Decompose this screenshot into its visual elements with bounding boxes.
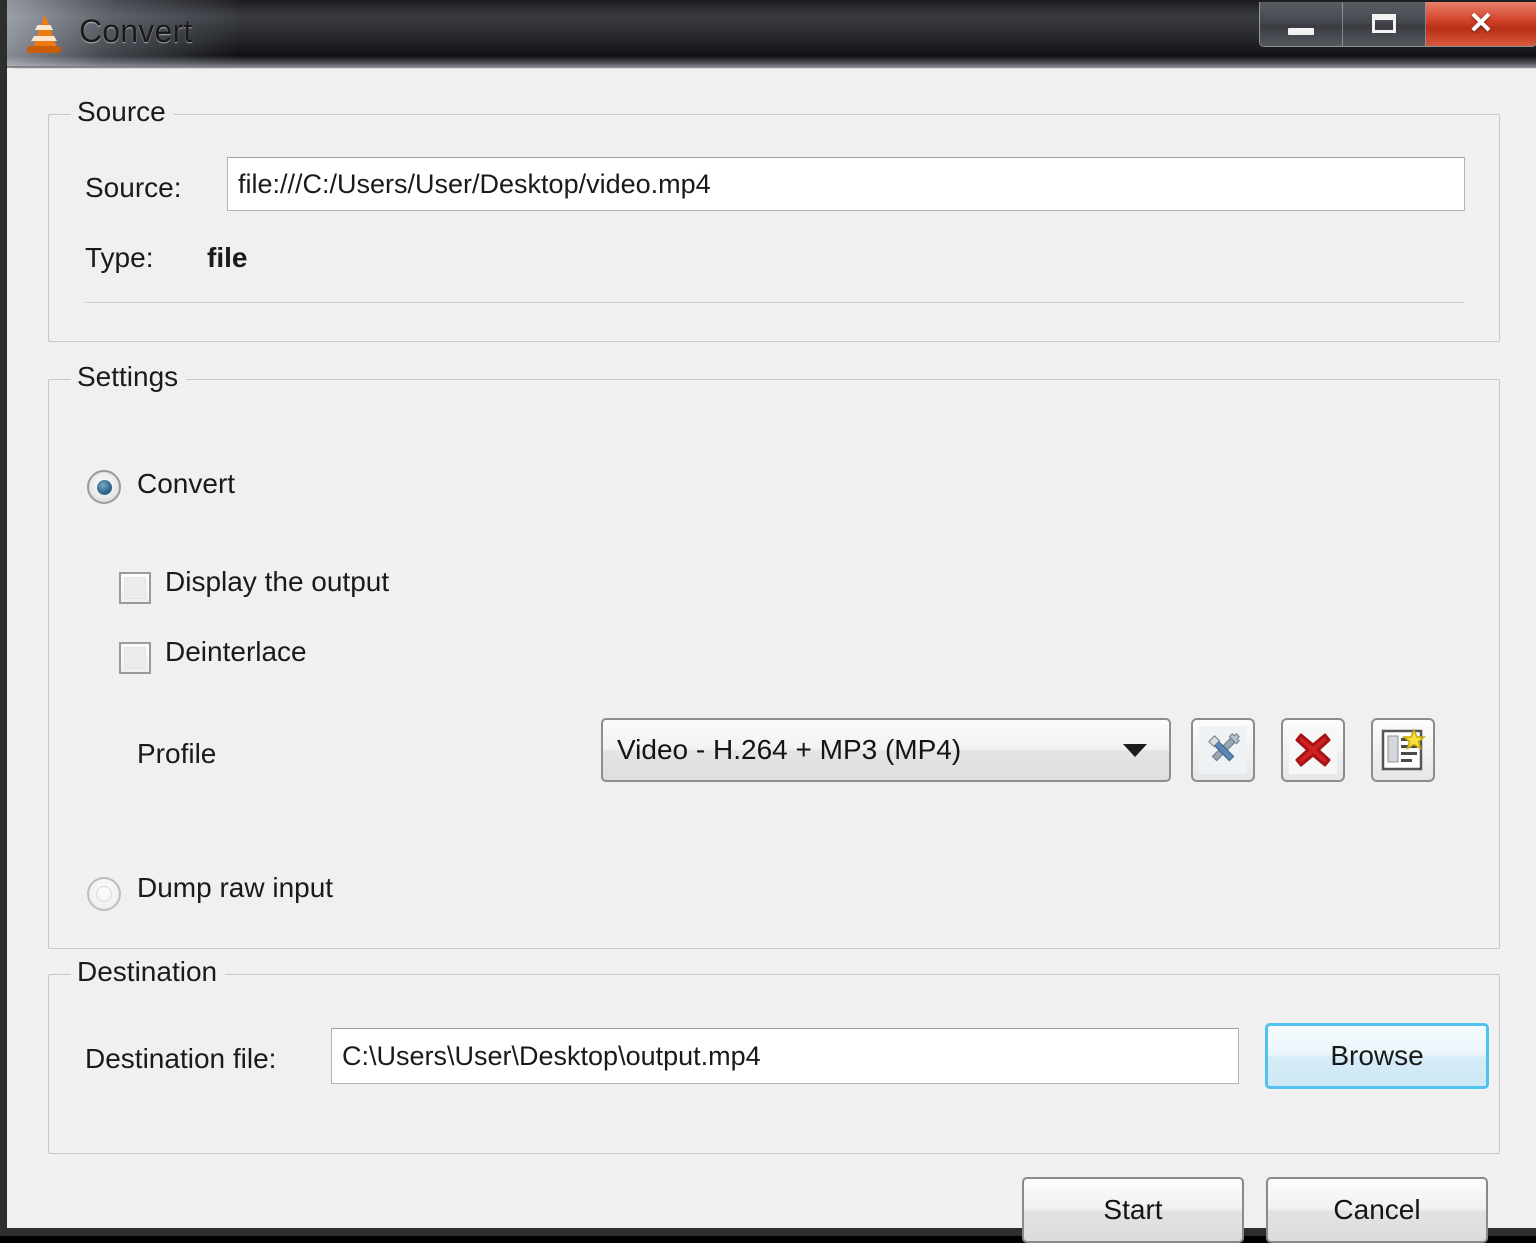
destination-group-legend: Destination — [71, 956, 226, 988]
source-divider — [85, 302, 1465, 303]
destination-file-label: Destination file: — [85, 1043, 277, 1074]
browse-button[interactable]: Browse — [1265, 1023, 1489, 1089]
radio-convert[interactable] — [87, 470, 121, 504]
dialog-body: Source Source: file:///C:/Users/User/Des… — [14, 68, 1536, 1243]
delete-profile-button[interactable] — [1281, 718, 1345, 782]
checkbox-deinterlace-label[interactable]: Deinterlace — [165, 636, 307, 668]
checkbox-deinterlace[interactable] — [119, 642, 151, 674]
window-controls: ✕ — [1259, 2, 1536, 47]
edit-profile-button[interactable] — [1191, 718, 1255, 782]
source-group: Source Source: file:///C:/Users/User/Des… — [48, 96, 1500, 342]
title-bar[interactable]: Convert ✕ — [7, 0, 1536, 68]
checkbox-display-output-label[interactable]: Display the output — [165, 566, 389, 598]
profile-select[interactable]: Video - H.264 + MP3 (MP4) — [601, 718, 1171, 782]
profile-select-value: Video - H.264 + MP3 (MP4) — [617, 734, 962, 765]
settings-group: Settings Convert Display the output Dein… — [48, 361, 1500, 949]
chevron-down-icon — [1123, 743, 1147, 757]
destination-file-input[interactable]: C:\Users\User\Desktop\output.mp4 — [331, 1028, 1239, 1084]
window-title: Convert — [79, 13, 193, 49]
delete-profile-icon — [1289, 726, 1337, 774]
radio-dump-raw-input-label[interactable]: Dump raw input — [137, 872, 333, 904]
close-button[interactable]: ✕ — [1426, 2, 1536, 46]
vlc-cone-icon — [25, 12, 65, 56]
convert-dialog-window: Convert ✕ Source Source: file:///C:/User… — [0, 0, 1536, 1243]
destination-group: Destination Destination file: C:\Users\U… — [48, 956, 1500, 1154]
new-profile-icon — [1381, 728, 1427, 771]
radio-convert-label[interactable]: Convert — [137, 468, 235, 500]
profile-label: Profile — [137, 738, 217, 769]
new-profile-button[interactable] — [1371, 718, 1435, 782]
radio-dump-raw-input[interactable] — [87, 877, 121, 911]
source-group-legend: Source — [71, 96, 174, 128]
minimize-button[interactable] — [1260, 2, 1343, 46]
start-button[interactable]: Start — [1022, 1177, 1244, 1243]
edit-profile-icon — [1199, 726, 1247, 774]
minimize-icon — [1288, 27, 1314, 35]
type-value: file — [207, 242, 248, 273]
type-label: Type: — [85, 242, 154, 273]
maximize-button[interactable] — [1343, 2, 1426, 46]
close-icon: ✕ — [1468, 7, 1494, 40]
settings-group-legend: Settings — [71, 361, 187, 393]
maximize-icon — [1372, 14, 1396, 33]
source-label: Source: — [85, 172, 182, 203]
checkbox-display-output[interactable] — [119, 572, 151, 604]
source-input[interactable]: file:///C:/Users/User/Desktop/video.mp4 — [227, 157, 1465, 211]
cancel-button[interactable]: Cancel — [1266, 1177, 1488, 1243]
